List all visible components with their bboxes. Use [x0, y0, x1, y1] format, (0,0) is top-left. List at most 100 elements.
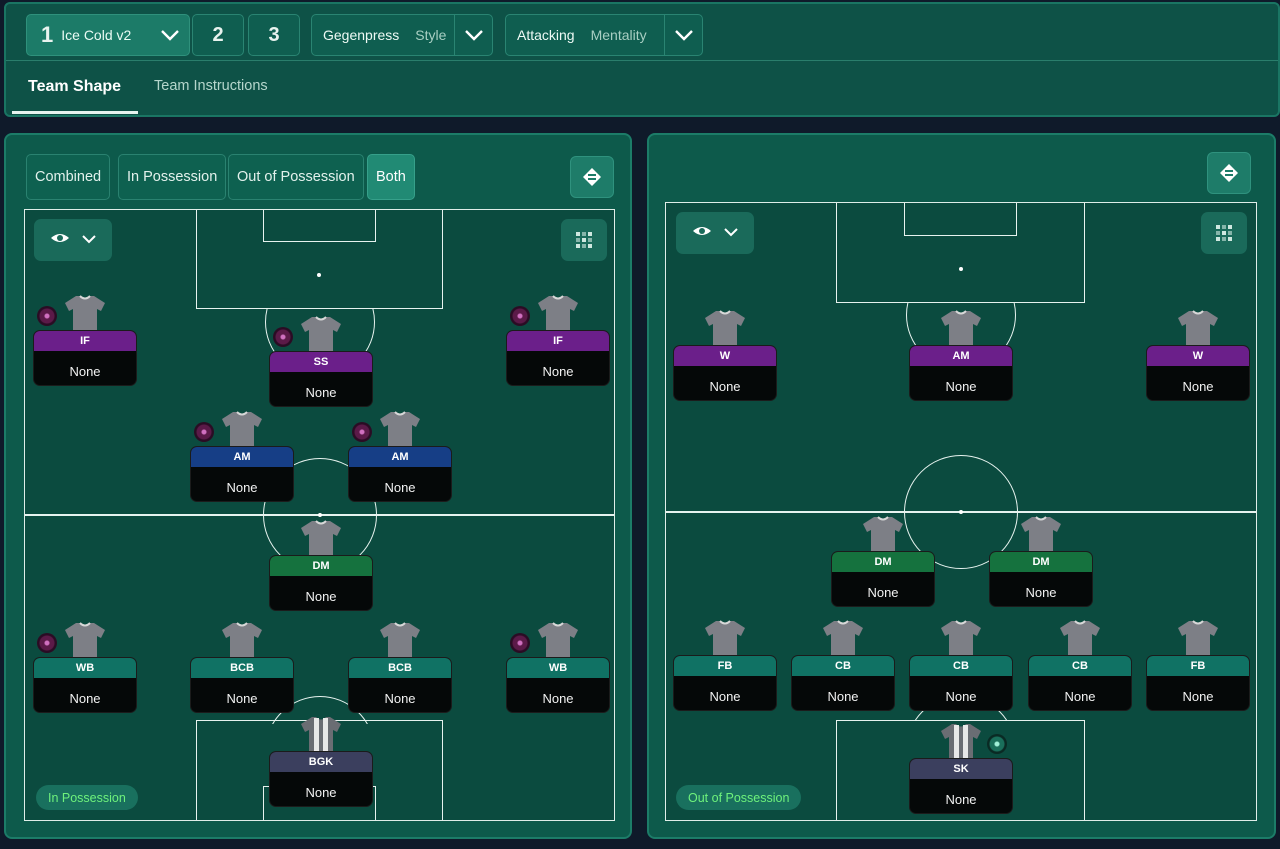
player-card: SK None — [909, 758, 1013, 814]
tab-team-shape[interactable]: Team Shape — [28, 78, 121, 96]
player-card: AM None — [909, 345, 1013, 401]
style-dropdown[interactable]: Gegenpress Style — [311, 14, 493, 56]
phase-label: In Possession — [36, 785, 138, 810]
formation-grid-icon[interactable] — [1201, 212, 1247, 254]
formation-grid-icon[interactable] — [561, 219, 607, 261]
player-assignment: None — [945, 791, 977, 807]
role-badge-icon — [510, 306, 530, 326]
visibility-toggle[interactable] — [676, 212, 754, 254]
out-of-possession-panel: Out of Possession W None AM None W None — [647, 133, 1276, 839]
role-label: CB — [910, 656, 1012, 676]
player-card: CB None — [909, 655, 1013, 711]
player-card: SS None — [269, 351, 373, 407]
filter-out-of-possession[interactable]: Out of Possession — [228, 154, 364, 200]
role-badge-icon — [352, 422, 372, 442]
role-label: CB — [1029, 656, 1131, 676]
player-assignment: None — [384, 479, 416, 495]
player-card: AM None — [190, 446, 294, 502]
player-assignment: None — [542, 690, 574, 706]
shirt-icon — [941, 310, 981, 346]
player-card: BCB None — [190, 657, 294, 713]
swap-pitch-icon[interactable] — [570, 156, 614, 198]
swap-pitch-icon[interactable] — [1207, 152, 1251, 194]
role-label: FB — [1147, 656, 1249, 676]
shirt-icon — [823, 620, 863, 656]
role-label: WB — [34, 658, 136, 678]
filter-both[interactable]: Both — [367, 154, 415, 200]
role-badge-icon — [37, 306, 57, 326]
player-card: CB None — [791, 655, 895, 711]
pitch: In Possession IF None SS None IF None AM… — [24, 209, 615, 821]
role-label: DM — [832, 552, 934, 572]
chevron-down-icon[interactable] — [664, 15, 702, 55]
player-card: CB None — [1028, 655, 1132, 711]
player-assignment: None — [1025, 584, 1057, 600]
role-label: IF — [507, 331, 609, 351]
style-value: Gegenpress — [323, 27, 400, 43]
chevron-down-icon[interactable] — [151, 15, 189, 55]
eye-icon — [50, 231, 70, 249]
player-card: FB None — [673, 655, 777, 711]
player-assignment: None — [867, 584, 899, 600]
shirt-icon — [538, 295, 578, 331]
penalty-spot-top — [959, 267, 963, 271]
role-label: AM — [910, 346, 1012, 366]
tactics-header: 1 Ice Cold v2 2 3 Gegenpress Style Attac… — [4, 2, 1280, 117]
tactic-slot-1-selector[interactable]: 1 Ice Cold v2 — [26, 14, 190, 56]
player-assignment: None — [542, 363, 574, 379]
filter-combined[interactable]: Combined — [26, 154, 111, 200]
goalkeeper-shirt-icon — [941, 724, 981, 759]
penalty-spot-top — [317, 273, 321, 277]
player-assignment: None — [945, 688, 977, 704]
shirt-icon — [65, 295, 105, 331]
tactic-slot-2-button[interactable]: 2 — [192, 14, 244, 56]
tabs-divider — [6, 60, 1278, 61]
filter-in-possession[interactable]: In Possession — [118, 154, 227, 200]
player-card: DM None — [269, 555, 373, 611]
player-assignment: None — [709, 688, 741, 704]
chevron-down-icon — [724, 224, 738, 242]
role-label: FB — [674, 656, 776, 676]
shirt-icon — [538, 622, 578, 658]
player-assignment: None — [226, 690, 258, 706]
mentality-label: Mentality — [590, 27, 647, 43]
visibility-toggle[interactable] — [34, 219, 112, 261]
shirt-icon — [1178, 620, 1218, 656]
tactic-slot-3-button[interactable]: 3 — [248, 14, 300, 56]
phase-label: Out of Possession — [676, 785, 802, 810]
shirt-icon — [222, 411, 262, 447]
role-label: DM — [270, 556, 372, 576]
chevron-down-icon[interactable] — [454, 15, 492, 55]
pitch: Out of Possession W None AM None W None — [665, 202, 1257, 821]
role-label: WB — [507, 658, 609, 678]
tactic-name: Ice Cold v2 — [61, 27, 132, 43]
shirt-icon — [1060, 620, 1100, 656]
chevron-down-icon — [82, 231, 96, 249]
mentality-value: Attacking — [517, 27, 575, 43]
shirt-icon — [301, 520, 341, 556]
role-label: BGK — [270, 752, 372, 772]
tab-team-instructions[interactable]: Team Instructions — [154, 78, 268, 94]
shirt-icon — [1021, 516, 1061, 552]
player-assignment: None — [384, 690, 416, 706]
player-assignment: None — [1182, 688, 1214, 704]
player-assignment: None — [305, 784, 337, 800]
centre-spot — [318, 513, 322, 517]
player-card: FB None — [1146, 655, 1250, 711]
role-label: IF — [34, 331, 136, 351]
player-card: W None — [1146, 345, 1250, 401]
player-card: WB None — [33, 657, 137, 713]
player-assignment: None — [1064, 688, 1096, 704]
player-card: DM None — [831, 551, 935, 607]
role-badge-icon — [37, 633, 57, 653]
player-assignment: None — [1182, 378, 1214, 394]
player-assignment: None — [827, 688, 859, 704]
role-label: W — [674, 346, 776, 366]
in-possession-panel: Combined In Possession Out of Possession… — [4, 133, 632, 839]
role-label: SK — [910, 759, 1012, 779]
shirt-icon — [301, 316, 341, 352]
shirt-icon — [1178, 310, 1218, 346]
shirt-icon — [380, 622, 420, 658]
player-assignment: None — [226, 479, 258, 495]
mentality-dropdown[interactable]: Attacking Mentality — [505, 14, 703, 56]
